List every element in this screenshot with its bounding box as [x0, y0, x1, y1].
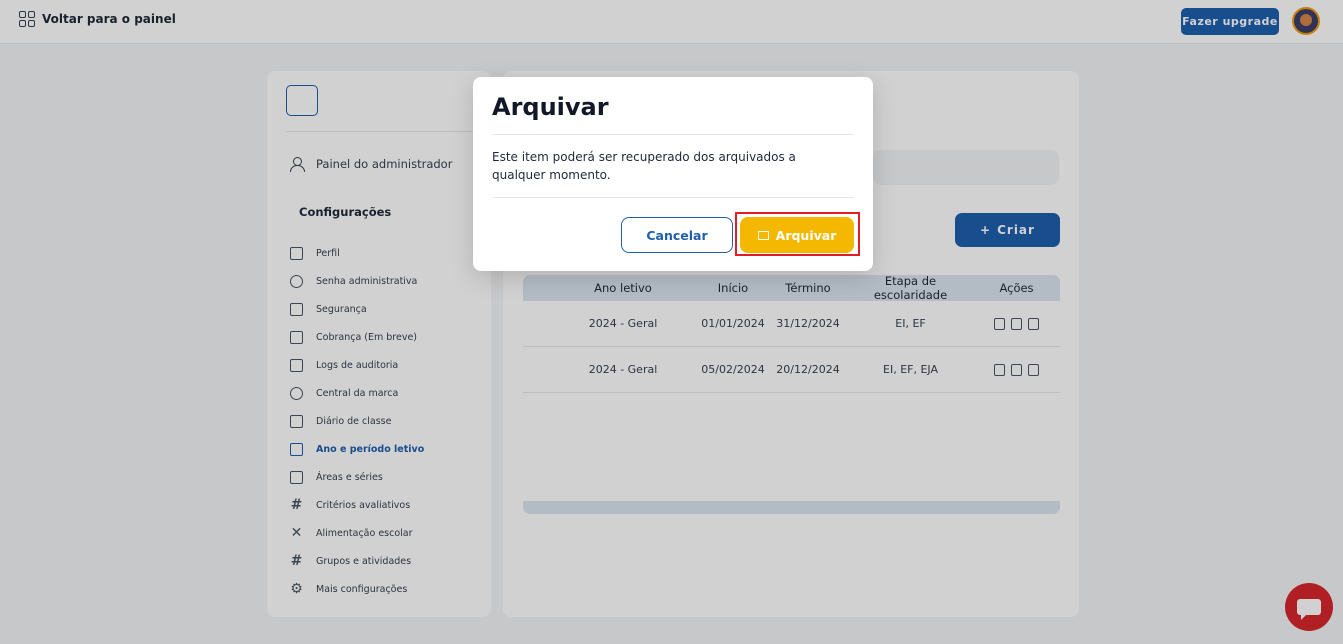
highlight-box — [735, 212, 860, 256]
dialog-divider — [492, 197, 854, 198]
dialog-divider — [492, 134, 854, 135]
dialog-title: Arquivar — [492, 93, 609, 121]
dialog-message: Este item poderá ser recuperado dos arqu… — [492, 150, 796, 182]
cancel-button[interactable]: Cancelar — [621, 217, 733, 253]
